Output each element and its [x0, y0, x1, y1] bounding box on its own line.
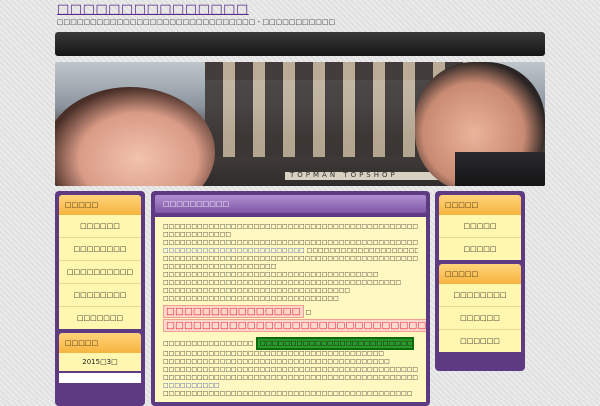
left-widget-item[interactable]: □□□□□□□□□□ [59, 260, 141, 283]
main-content: □□□□□□□□□□ □□□□□□□□□□□□□□□□□□□□□□□□□□□□□… [151, 191, 430, 406]
highlight-heading: □□□□□□□□□□□□□□□ □ □□□□□□□□□□□□□□□□□□□□□□… [163, 305, 426, 334]
article-line: □□□□□□□□□□□□□□□□□□□□□□□□□□□□□□□□□□□□□□□□… [163, 279, 402, 286]
article-body: □□□□□□□□□□□□□□□□□□□□□□□□□□□□□□□□□□□□□□□□… [155, 217, 426, 402]
left-widget-item[interactable]: □□□□□□ [59, 215, 141, 237]
article-title: □□□□□□□□□□ [155, 195, 426, 213]
left-widget-title: □□□□□ [59, 333, 141, 353]
banner-person-right-suit [455, 152, 545, 186]
left-widget-item[interactable]: □□□□□□□ [59, 306, 141, 329]
article-line: □□□□□□□□□□□□□□□□□□□□□□□□□□□□□□□□□□□□□□□□ [163, 358, 390, 365]
pre-highlight-text: □□□□□□□□□□□□□□□□ [163, 340, 254, 347]
highlight-red-text-1: □□□□□□□□□□□□□□□ [163, 305, 304, 318]
article-line-with-link: □□□□□□□□□□□□□□□□□□□□□□□□□ □□□□□□□□□□□□□□… [163, 247, 418, 255]
banner-person-left [55, 87, 215, 186]
article-line-with-highlight: □□□□□□□□□□□□□□□□ □□□□□□□□□□□□□□□□□□□□□□□… [163, 337, 418, 350]
highlight-red-text-2: □□□□□□□□□□□□□□□□□□□□□□□□□□□□□ [163, 319, 426, 332]
article-link-secondary[interactable]: □□□□□□□□□□ [163, 382, 220, 389]
archive-item[interactable]: 2015□3□ [59, 353, 141, 371]
left-widget-title: □□□□□ [59, 195, 141, 215]
article-link-tail: □□□□□□□□□□□□□□□□□□□□□□□□□ [306, 247, 418, 254]
article-link[interactable]: □□□□□□□□□□□□□□□□□□□□□□□□□ [163, 247, 305, 254]
article-line: □□□□□□□□□□□□□□□□□□□□□□□□□□□□□□□□□□□□□□□ [163, 350, 385, 357]
right-widget-list: □□□□□□□□ □□□□□□ □□□□□□ [439, 284, 521, 352]
left-widget-categories: □□□□□ □□□□□□ □□□□□□□□ □□□□□□□□□□ □□□□□□□… [59, 195, 141, 329]
left-widget-list: □□□□□□ □□□□□□□□ □□□□□□□□□□ □□□□□□□□ □□□□… [59, 215, 141, 329]
sidebar-banner-thumbnail[interactable] [59, 373, 141, 383]
right-widget-item[interactable]: □□□□□□ [439, 329, 521, 352]
global-navigation-bar [55, 32, 545, 56]
article-line-with-link: □□□□□□□□□□ [163, 382, 418, 390]
right-widget-item[interactable]: □□□□□□ [439, 306, 521, 329]
right-widget-item[interactable]: □□□□□□□□ [439, 284, 521, 306]
left-widget-item[interactable]: □□□□□□□□ [59, 237, 141, 260]
article-line: □□□□□□□□□□□□□□□□□□□□□□□□□□□□□□□□□□□□□□□□… [163, 255, 418, 262]
article-line-with-link: □□□□□□□□□□□□□□□□□□□□□□□□□□□□□□□□□□□□□□□□… [163, 374, 418, 382]
left-widget-archives: □□□□□ 2015□3□ [59, 333, 141, 383]
article-line: □□□□□□□□□□□□ [163, 231, 232, 238]
highlight-separator: □ [305, 309, 312, 316]
article-line-text: □□□□□□□□□□□□□□□□□□□□□□□□□□□□□□□□□□□□□□□□… [163, 374, 418, 381]
article-line: □□□□□□□□□□□□□□□□□□□□□□□□□□□□□□□□□□□□□□□□… [163, 239, 418, 246]
article-line: □□□□□□□□□□□□□□□□□□□□□□□□□□□□□□□□□□□□□□ [163, 271, 379, 278]
right-widget-item[interactable]: □□□□□ [439, 237, 521, 260]
right-widget-2: □□□□□ □□□□□□□□ □□□□□□ □□□□□□ [439, 264, 521, 352]
article-line: □□□□□□□□□□□□□□□□□□□□□□□□□□□□□□□□□ [163, 287, 351, 294]
article-line: □□□□□□□□□□□□□□□□□□□□□□□□□□□□□□□□□□□□□□□□… [163, 366, 418, 373]
left-sidebar: □□□□□ □□□□□□ □□□□□□□□ □□□□□□□□□□ □□□□□□□… [55, 191, 145, 406]
right-widget-title: □□□□□ [439, 195, 521, 215]
left-widget-item[interactable]: □□□□□□□□ [59, 283, 141, 306]
article-line: □□□□□□□□□□□□□□□□□□□□ [163, 263, 277, 270]
right-widget-list: □□□□□ □□□□□ [439, 215, 521, 260]
green-highlight-box: □□□□□□□□□□□□□□□□□□□□□□□□□□□□□□□□□□□□□□ [255, 337, 414, 350]
right-widget-title: □□□□□ [439, 264, 521, 284]
header-banner-image: TOPMAN TOPSHOP [55, 62, 545, 186]
article-line: □□□□□□□□□□□□□□□□□□□□□□□□□□□□□□□ [163, 295, 339, 302]
article-line: □□□□□□□□□□□□□□□□□□□□□□□□□□□□□□□□□□□□□□□□… [163, 223, 418, 230]
right-widget-item[interactable]: □□□□□ [439, 215, 521, 237]
right-widget-1: □□□□□ □□□□□ □□□□□ [439, 195, 521, 260]
right-sidebar: □□□□□ □□□□□ □□□□□ □□□□□ □□□□□□□□ □□□□□□ … [435, 191, 525, 371]
article-line: □□□□□□□□□□□□□□□□□□□□□□□□□□□□□□□□□□□□□□□□… [163, 390, 413, 397]
site-title[interactable]: □□□□□□□□□□□□□□□ [57, 2, 249, 17]
site-description: □□□□□□□□□□□□□□□□□□□□□□□□□□□□□□ - □□□□□□□… [57, 18, 336, 26]
banner-store-sign-text: TOPMAN TOPSHOP [290, 171, 398, 179]
left-widget-list: 2015□3□ [59, 353, 141, 371]
